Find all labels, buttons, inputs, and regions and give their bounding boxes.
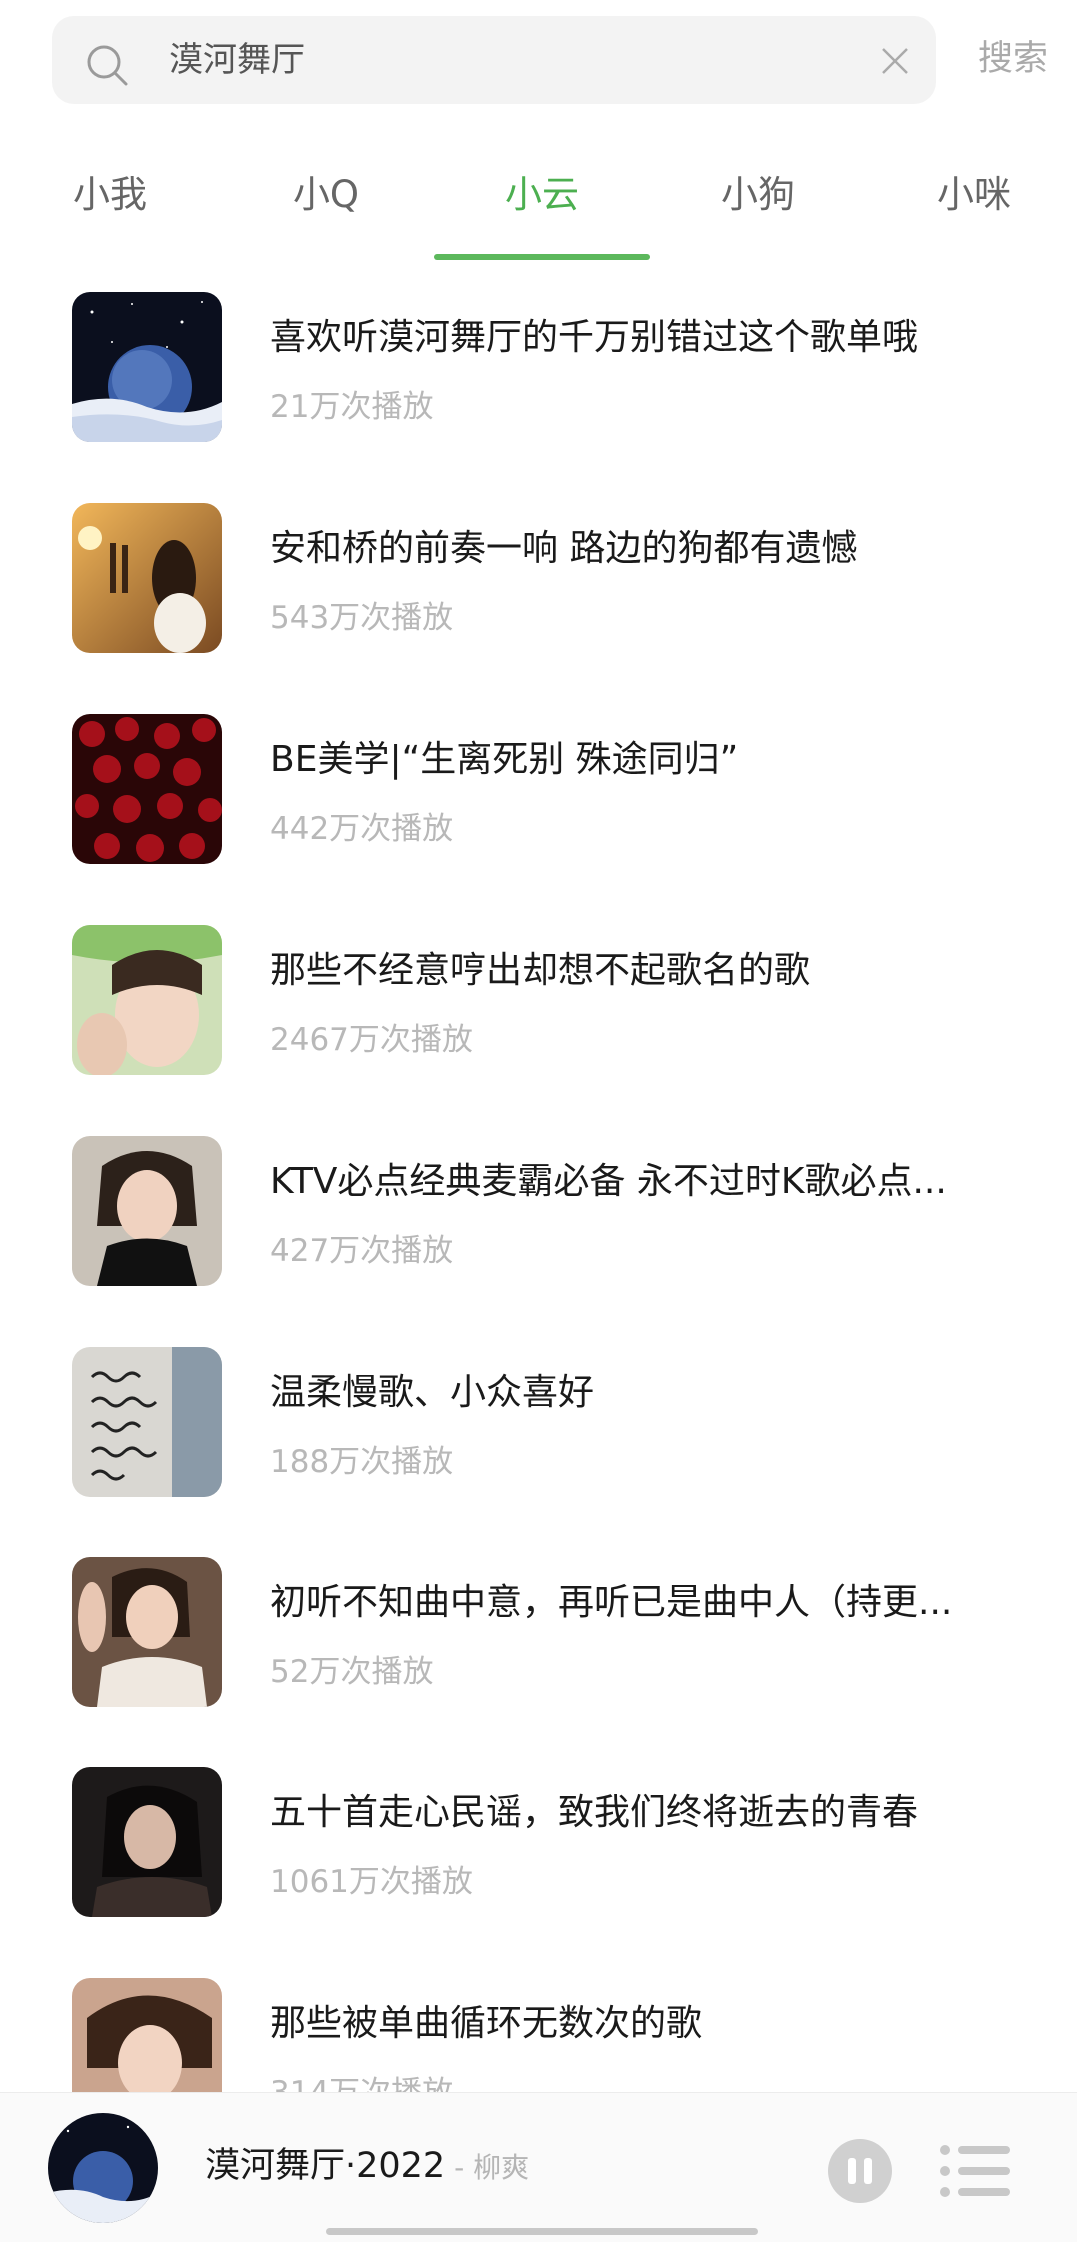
- playlist-item[interactable]: KTV必点经典麦霸必备 永不过时K歌必点... 427万次播放: [0, 1136, 1077, 1346]
- playlist-title: 安和桥的前奏一响 路边的狗都有遗憾: [270, 528, 858, 569]
- search-icon: [87, 45, 128, 86]
- play-count: 188万次播放: [270, 1444, 454, 1480]
- search-input[interactable]: 漠河舞厅: [169, 34, 305, 86]
- playlist-title: 喜欢听漠河舞厅的千万别错过这个歌单哦: [270, 317, 919, 358]
- playlist-icon[interactable]: [938, 2143, 1012, 2199]
- track-title: 漠河舞厅·2022: [205, 2146, 446, 2186]
- tab-xiaogou[interactable]: 小狗: [678, 165, 838, 225]
- now-playing-title: 漠河舞厅·2022 - 柳爽: [205, 2141, 529, 2193]
- playlist-item[interactable]: 喜欢听漠河舞厅的千万别错过这个歌单哦 21万次播放: [0, 292, 1077, 502]
- playlist-cover: [72, 1347, 222, 1497]
- playlist-item[interactable]: 温柔慢歌、小众喜好 188万次播放: [0, 1347, 1077, 1557]
- play-count: 52万次播放: [270, 1654, 434, 1690]
- clear-icon[interactable]: [880, 46, 910, 76]
- playlist-title: BE美学|“生离死别 殊途同归”: [270, 739, 739, 780]
- tab-xiaoyun[interactable]: 小云: [462, 165, 622, 225]
- active-tab-indicator: [434, 254, 650, 260]
- play-count: 2467万次播放: [270, 1022, 473, 1058]
- play-count: 543万次播放: [270, 600, 454, 636]
- playlist-cover: [72, 1767, 222, 1917]
- artist-separator: -: [445, 2151, 474, 2184]
- pause-icon[interactable]: [828, 2139, 892, 2203]
- play-count: 1061万次播放: [270, 1864, 473, 1900]
- search-bar[interactable]: 漠河舞厅: [52, 16, 936, 104]
- playlist-item[interactable]: BE美学|“生离死别 殊途同归” 442万次播放: [0, 714, 1077, 924]
- playlist-title: 初听不知曲中意，再听已是曲中人（持更...: [270, 1582, 953, 1623]
- playlist-item[interactable]: 初听不知曲中意，再听已是曲中人（持更... 52万次播放: [0, 1557, 1077, 1767]
- playlist-cover: [72, 1136, 222, 1286]
- tab-xiaomi[interactable]: 小咪: [894, 165, 1054, 225]
- playlist-item[interactable]: 那些不经意哼出却想不起歌名的歌 2467万次播放: [0, 925, 1077, 1135]
- playlist-item[interactable]: 五十首走心民谣，致我们终将逝去的青春 1061万次播放: [0, 1767, 1077, 1977]
- play-count: 427万次播放: [270, 1233, 454, 1269]
- playlist-title: 那些不经意哼出却想不起歌名的歌: [270, 950, 811, 991]
- playlist-cover: [72, 1557, 222, 1707]
- home-indicator[interactable]: [326, 2228, 758, 2235]
- playlist-cover: [72, 714, 222, 864]
- playlist-title: 五十首走心民谣，致我们终将逝去的青春: [270, 1792, 919, 1833]
- playlist-title: 那些被单曲循环无数次的歌: [270, 2003, 703, 2044]
- tab-xiaowo[interactable]: 小我: [30, 165, 190, 225]
- playlist-cover: [72, 925, 222, 1075]
- play-count: 442万次播放: [270, 811, 454, 847]
- tab-xiaoq[interactable]: 小Q: [246, 165, 406, 225]
- playlist-cover: [72, 503, 222, 653]
- play-count: 21万次播放: [270, 389, 434, 425]
- playlist-cover: [72, 292, 222, 442]
- playlist-title: KTV必点经典麦霸必备 永不过时K歌必点...: [270, 1161, 947, 1202]
- track-artist: 柳爽: [473, 2151, 530, 2184]
- search-button[interactable]: 搜索: [978, 34, 1048, 84]
- playlist-item[interactable]: 安和桥的前奏一响 路边的狗都有遗憾 543万次播放: [0, 503, 1077, 713]
- now-playing-bar[interactable]: 漠河舞厅·2022 - 柳爽: [0, 2092, 1077, 2242]
- now-playing-cover[interactable]: [48, 2113, 158, 2223]
- playlist-title: 温柔慢歌、小众喜好: [270, 1372, 595, 1413]
